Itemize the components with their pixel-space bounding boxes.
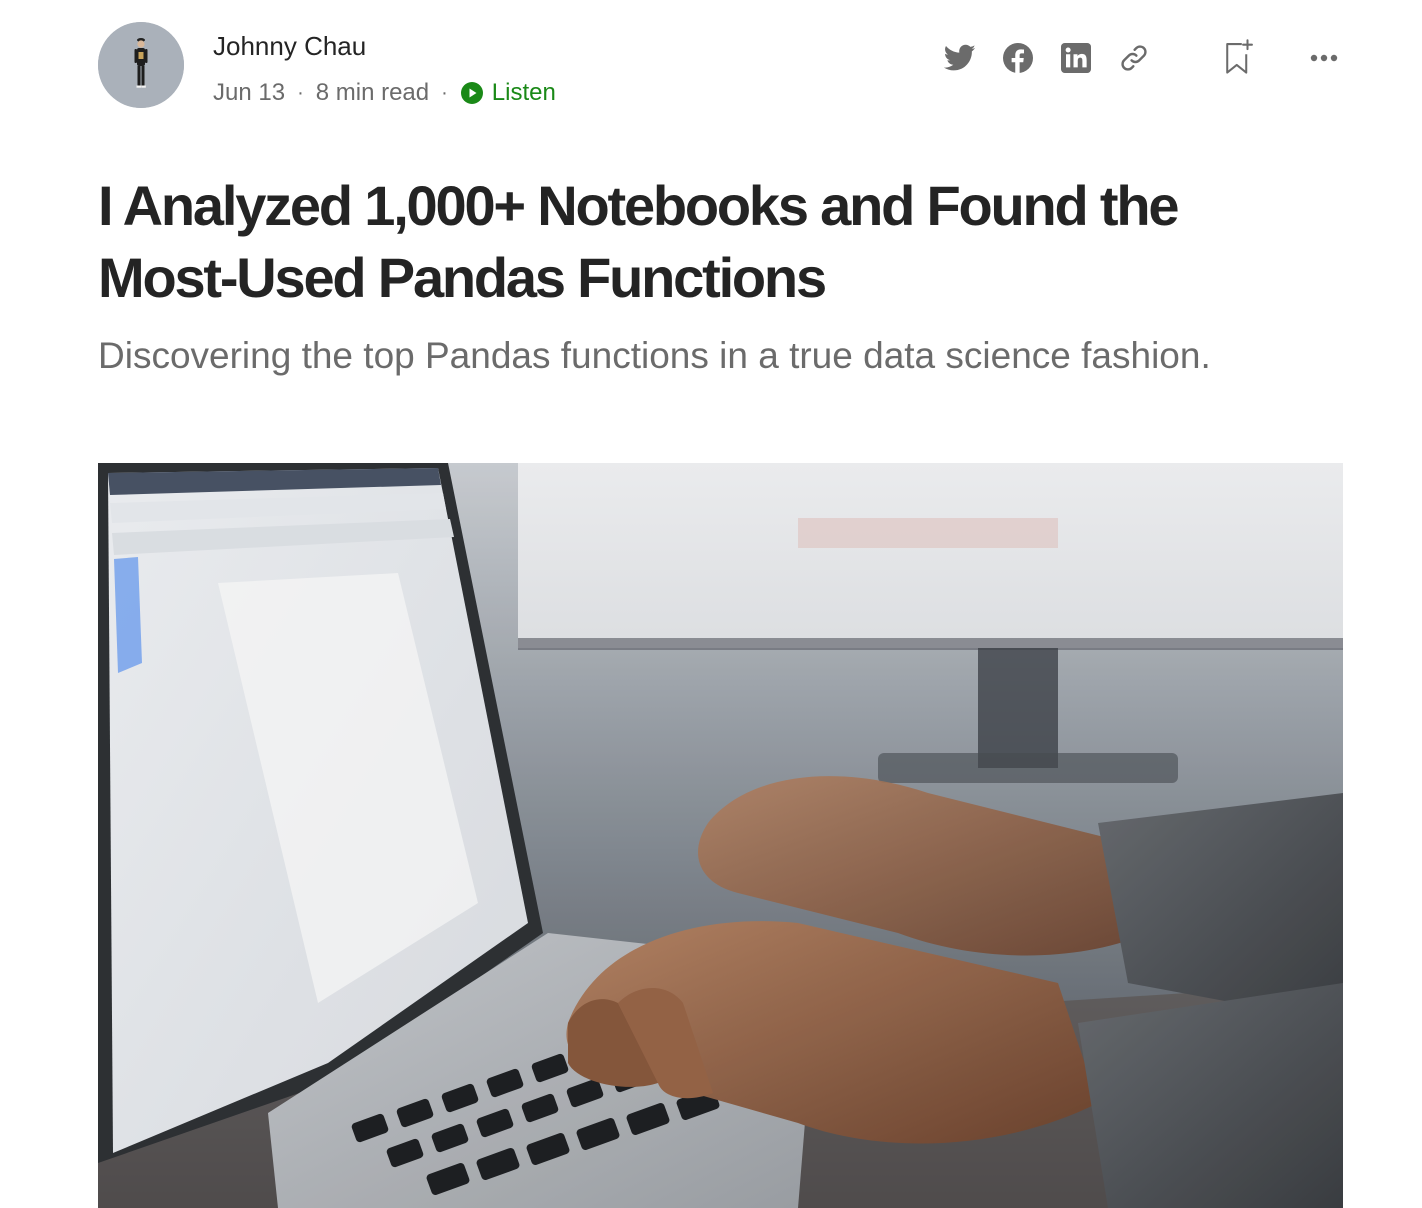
- copy-link-icon: [1121, 45, 1147, 71]
- hero-image: [98, 463, 1343, 1208]
- linkedin-share-button[interactable]: [1056, 38, 1096, 78]
- copy-link-button[interactable]: [1114, 38, 1154, 78]
- separator-dot: ·: [297, 81, 304, 104]
- share-buttons: [940, 38, 1154, 78]
- publish-date: Jun 13: [213, 79, 286, 106]
- linkedin-icon: [1061, 43, 1091, 73]
- separator-dot: ·: [441, 81, 448, 104]
- author-name[interactable]: Johnny Chau: [213, 30, 366, 62]
- save-button[interactable]: [1218, 38, 1258, 78]
- author-header: Johnny Chau Jun 13 · 8 min read · Listen: [98, 22, 1344, 112]
- more-options-icon: [1310, 54, 1338, 62]
- read-time: 8 min read: [315, 79, 430, 106]
- article-meta: Jun 13 · 8 min read · Listen: [213, 77, 556, 109]
- bookmark-add-icon: [1226, 39, 1253, 74]
- article-page: Johnny Chau Jun 13 · 8 min read · Listen: [0, 0, 1422, 1208]
- avatar[interactable]: [98, 22, 184, 108]
- avatar-person-icon: [98, 22, 184, 108]
- article-actions: [940, 36, 1344, 80]
- article-title: I Analyzed 1,000+ Notebooks and Found th…: [98, 174, 1179, 309]
- play-circle-icon: [460, 82, 483, 104]
- twitter-icon: [944, 44, 976, 71]
- more-options-button[interactable]: [1304, 38, 1344, 78]
- twitter-share-button[interactable]: [940, 38, 980, 78]
- article-subtitle: Discovering the top Pandas functions in …: [98, 335, 1211, 376]
- laptop-typing-photo: [98, 463, 1343, 1208]
- listen-label: Listen: [491, 79, 556, 106]
- facebook-icon: [1003, 43, 1033, 73]
- facebook-share-button[interactable]: [998, 38, 1038, 78]
- listen-button[interactable]: Listen: [460, 79, 556, 107]
